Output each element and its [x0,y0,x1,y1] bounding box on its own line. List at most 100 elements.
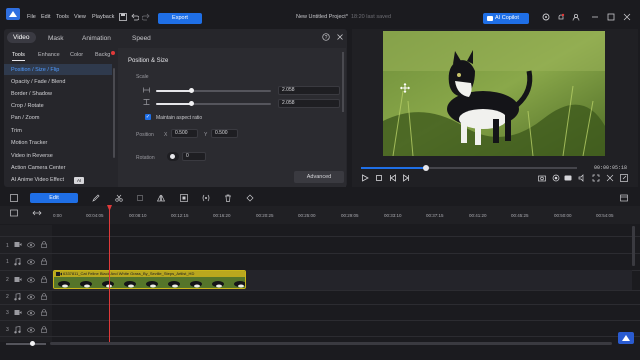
visibility-icon[interactable] [27,310,35,316]
fit-screen-icon[interactable] [592,174,600,182]
pos-x-field[interactable]: 0.500 [171,129,198,138]
advanced-button[interactable]: Advanced [294,171,344,183]
side-item-crop[interactable]: Crop / Rotate [11,103,44,109]
maximize-icon[interactable] [607,13,615,21]
pen-icon[interactable] [92,194,100,202]
menu-playback[interactable]: Playback [92,14,114,20]
menu-file[interactable]: File [27,14,36,20]
record-icon[interactable] [552,174,560,182]
account-icon[interactable] [572,13,580,21]
zoom-slider[interactable] [6,343,46,345]
undock-preview-icon[interactable] [620,174,628,182]
scale-height-field[interactable]: 2.058 [278,99,340,108]
close-window-icon[interactable] [623,13,631,21]
lock-icon[interactable] [41,241,47,248]
lock-icon[interactable] [41,293,47,300]
flip-icon[interactable] [157,194,165,202]
lock-icon[interactable] [41,326,47,333]
visibility-icon[interactable] [27,294,35,300]
snap-icon[interactable] [32,209,42,217]
close-panel-icon[interactable] [336,33,344,41]
minimize-icon[interactable] [591,13,599,21]
scale-width-field[interactable]: 2.058 [278,86,340,95]
timeline-vertical-scrollbar[interactable] [632,226,635,266]
split-icon[interactable] [115,194,123,202]
track-divider [0,320,640,321]
side-item-pan-zoom[interactable]: Pan / Zoom [11,115,39,121]
pos-y-field[interactable]: 0.500 [211,129,238,138]
timeline-settings-icon[interactable] [620,194,628,202]
add-media-icon[interactable] [10,194,18,202]
side-list-scrollbar[interactable] [113,68,115,158]
lock-icon[interactable] [41,309,47,316]
quality-icon[interactable] [564,174,572,182]
play-icon[interactable] [361,174,369,182]
next-frame-icon[interactable] [402,174,410,182]
side-item-opacity[interactable]: Opacity / Fade / Blend [11,79,65,85]
side-item-ai-anime[interactable]: AI Anime Video Effect [11,177,64,183]
side-item-action-camera[interactable]: Action Camera Center [11,165,65,171]
delete-icon[interactable] [224,194,232,202]
project-name: New Untitled Project* [296,14,348,20]
menu-tools[interactable]: Tools [56,14,69,20]
export-button[interactable]: Export [158,13,202,24]
subtab-tools[interactable]: Tools [12,52,25,61]
tab-speed[interactable]: Speed [132,35,151,42]
video-frame[interactable] [383,31,605,156]
subtab-background[interactable]: Backg [95,52,110,58]
side-item-border[interactable]: Border / Shadow [11,91,52,97]
edit-button[interactable]: Edit [30,193,78,203]
section-title: Position & Size [128,58,169,64]
undo-icon[interactable] [131,13,139,21]
preview-seek-knob[interactable] [423,165,429,171]
menu-view[interactable]: View [74,14,86,20]
rotation-field[interactable]: 0 [182,152,206,161]
track-manager-icon[interactable] [10,209,18,217]
fit-icon[interactable] [180,194,188,202]
more-tools-icon[interactable] [246,194,254,202]
video-clip[interactable]: 6337811_Cat Feline Black And White Grass… [53,270,246,289]
help-icon[interactable]: ? [322,33,330,41]
lock-icon[interactable] [41,258,47,265]
maintain-aspect-checkbox[interactable]: ✓ [145,114,151,120]
app-logo-icon [6,8,20,20]
crop-icon[interactable] [136,194,144,202]
snapshot-icon[interactable] [538,174,546,182]
redo-icon[interactable] [142,13,150,21]
audio-icon[interactable] [578,174,586,182]
scale-width-knob[interactable] [189,88,194,93]
visibility-icon[interactable] [27,327,35,333]
previous-frame-icon[interactable] [389,174,397,182]
side-item-trim[interactable]: Trim [11,128,22,134]
stop-icon[interactable] [375,174,383,182]
ruler-tick-label: 00:50:00 [554,213,572,218]
rotation-dial[interactable] [167,152,179,161]
tab-video[interactable]: Video [7,32,36,43]
visibility-icon[interactable] [27,277,35,283]
visibility-icon[interactable] [27,242,35,248]
timeline-horizontal-scrollbar[interactable] [50,342,612,345]
tools-list: Position / Size / Flip Opacity / Fade / … [4,63,116,187]
notifications-icon[interactable] [557,13,565,21]
side-item-motion-tracker[interactable]: Motion Tracker [11,140,47,146]
side-item-position-size[interactable]: Position / Size / Flip [11,67,59,73]
visibility-icon[interactable] [27,259,35,265]
subtab-color[interactable]: Color [70,52,83,58]
save-icon[interactable] [119,13,127,21]
settings-scrollbar[interactable] [342,52,344,112]
side-item-reverse[interactable]: Video in Reverse [11,153,53,159]
ai-copilot-button[interactable]: AI Copilot [483,13,529,24]
tab-animation[interactable]: Animation [82,35,111,42]
width-icon [143,87,150,93]
settings-icon[interactable] [542,13,550,21]
lock-icon[interactable] [41,276,47,283]
menu-edit[interactable]: Edit [41,14,50,20]
subtab-enhance[interactable]: Enhance [38,52,60,58]
scale-height-knob[interactable] [189,101,194,106]
zoom-slider-knob[interactable] [30,341,35,346]
ruler-tick-label: 00:45:25 [511,213,529,218]
fullscreen-icon[interactable] [606,174,614,182]
playhead-line[interactable] [109,208,110,343]
tab-mask[interactable]: Mask [48,35,64,42]
mask-icon[interactable] [202,194,210,202]
